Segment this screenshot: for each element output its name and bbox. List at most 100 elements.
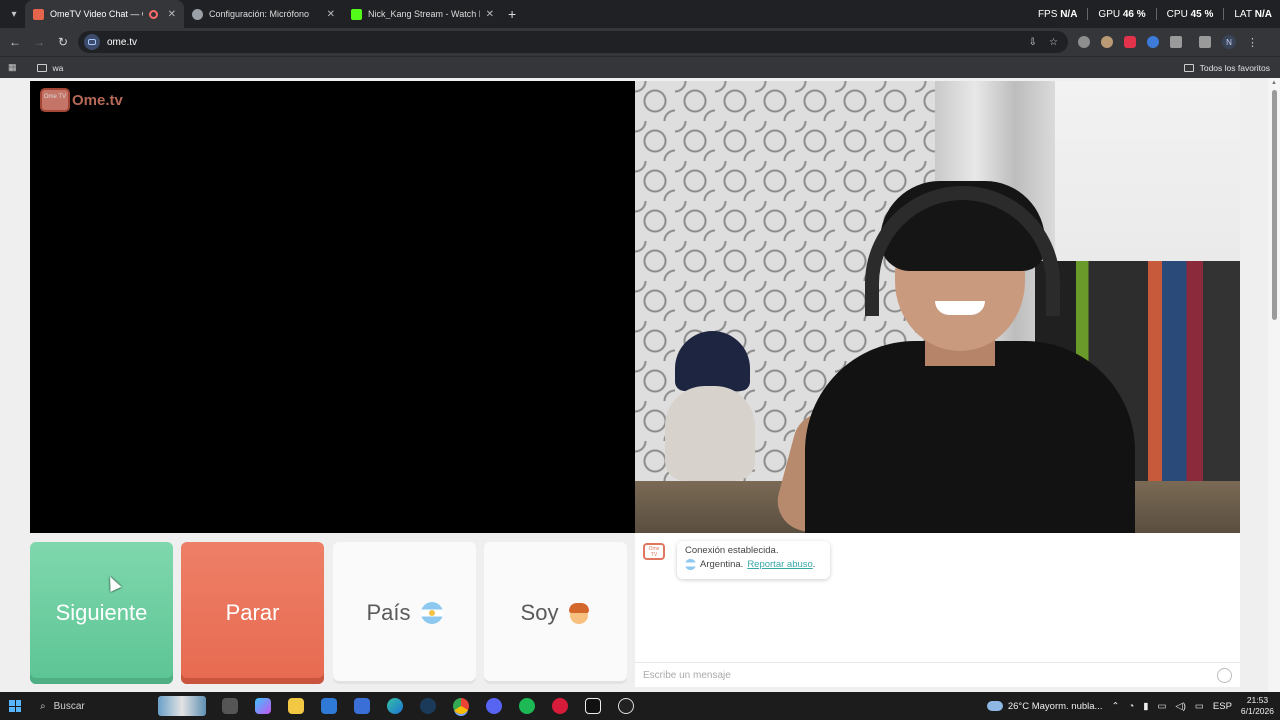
kick-favicon-icon: [351, 8, 362, 20]
language-indicator[interactable]: ESP: [1213, 701, 1232, 712]
extension-audio-icon[interactable]: [1147, 36, 1159, 48]
reload-icon[interactable]: ↻: [51, 35, 75, 49]
search-highlight-image: [158, 696, 206, 716]
cpu-readout: CPU 45 %: [1166, 8, 1214, 20]
recording-indicator-icon: [148, 9, 158, 19]
volume-icon[interactable]: ◁): [1175, 701, 1185, 712]
address-bar[interactable]: ome.tv ⇩ ☆: [78, 31, 1068, 53]
next-button-label: Siguiente: [55, 600, 148, 625]
reading-list-icon[interactable]: [1199, 36, 1211, 48]
tab-title: Configuración: Micrófono: [209, 9, 310, 19]
network-icon[interactable]: ◔: [1128, 701, 1134, 712]
tab-microphone-settings[interactable]: Configuración: Micrófono ✕: [184, 0, 343, 28]
tab-title: Nick_Kang Stream - Watch Live: [368, 9, 480, 19]
microphone-icon[interactable]: ▮: [1143, 701, 1148, 712]
page-scrollbar[interactable]: ▲: [1268, 78, 1280, 692]
tab-search-button[interactable]: ▾: [3, 3, 25, 25]
browser-tab-bar: ▾ OmeTV Video Chat — Ome ✕ Configuración…: [0, 0, 1280, 28]
time-text: 21:53: [1246, 695, 1269, 705]
plush-toy: [665, 331, 755, 481]
gender-button-label: Soy: [520, 600, 559, 625]
performance-overlay: FPS N/A GPU 46 % CPU 45 % LAT N/A: [1038, 0, 1272, 28]
capcut-icon[interactable]: [585, 698, 601, 714]
steam-icon[interactable]: [420, 698, 436, 714]
bookmark-star-icon[interactable]: ☆: [1049, 37, 1058, 48]
media-player-icon[interactable]: [552, 698, 568, 714]
store-icon[interactable]: [354, 698, 370, 714]
extension-cookie-icon[interactable]: [1101, 36, 1113, 48]
cloudy-weather-icon: [986, 701, 1003, 711]
ometv-chat-logo-icon: Ome TV: [643, 543, 665, 560]
country-button[interactable]: País: [333, 542, 476, 684]
chevron-up-icon[interactable]: ⌃: [1111, 701, 1119, 712]
close-tab-icon[interactable]: ✕: [327, 9, 335, 20]
bookmarks-bar: ▦ wa Todos los favoritos: [0, 56, 1280, 78]
spotify-icon[interactable]: [519, 698, 535, 714]
date-text: 6/1/2026: [1240, 706, 1274, 716]
gender-button[interactable]: Soy: [484, 542, 627, 684]
forward-arrow-icon[interactable]: →: [27, 35, 51, 49]
search-icon: ⌕: [40, 700, 46, 712]
gear-icon: [192, 8, 203, 20]
display-icon[interactable]: ▭: [1157, 701, 1166, 712]
chrome-icon[interactable]: [453, 698, 469, 714]
new-tab-button[interactable]: +: [508, 6, 516, 22]
argentina-flag-icon: [420, 602, 443, 624]
install-app-icon[interactable]: ⇩: [1029, 37, 1037, 48]
profile-avatar[interactable]: N: [1222, 35, 1236, 49]
site-info-icon[interactable]: [84, 34, 100, 50]
argentina-flag-icon: [685, 559, 696, 570]
self-camera-video: [635, 81, 1240, 533]
system-tray: 26°C Mayorm. nubla... ⌃ ◔ ▮ ▭ ◁) ▭ ESP 2…: [986, 692, 1274, 720]
country-button-label: País: [366, 600, 411, 625]
chat-panel: Ome TV Conexión establecida. Argentina. …: [635, 533, 1240, 687]
windows-taskbar: ⌕ Buscar 26°C Mayorm. nubla... ⌃ ◔ ▮ ▭ ◁…: [0, 692, 1280, 720]
tab-kick-stream[interactable]: Nick_Kang Stream - Watch Live ✕: [343, 0, 502, 28]
extensions-puzzle-icon[interactable]: [1170, 36, 1182, 48]
more-menu-icon[interactable]: ⋮: [1247, 36, 1258, 49]
back-arrow-icon[interactable]: ←: [3, 35, 27, 49]
file-explorer-icon[interactable]: [288, 698, 304, 714]
start-button[interactable]: [0, 700, 30, 712]
scroll-thumb[interactable]: [1272, 90, 1277, 320]
search-label: Buscar: [53, 700, 85, 712]
discord-icon[interactable]: [486, 698, 502, 714]
tab-ometv[interactable]: OmeTV Video Chat — Ome ✕: [25, 0, 184, 28]
windows-logo-icon: [9, 700, 21, 712]
bookmark-folder-wa[interactable]: wa: [36, 62, 64, 73]
battery-icon[interactable]: ▭: [1195, 701, 1204, 712]
obs-icon[interactable]: [618, 698, 634, 714]
close-tab-icon[interactable]: ✕: [486, 9, 494, 20]
next-button[interactable]: Siguiente: [30, 542, 173, 684]
partner-country-text: Argentina.: [700, 559, 744, 570]
report-abuse-link[interactable]: Reportar abuso: [747, 559, 812, 570]
task-view-icon[interactable]: [222, 698, 238, 714]
apps-grid-icon[interactable]: ▦: [8, 62, 17, 73]
taskbar-search[interactable]: ⌕ Buscar: [30, 692, 210, 720]
ometv-logo[interactable]: Ome TV Ome.tv: [40, 88, 123, 112]
message-input[interactable]: Escribe un mensaje: [635, 662, 1240, 687]
all-bookmarks-label: Todos los favoritos: [1199, 62, 1270, 73]
copilot-icon[interactable]: [255, 698, 271, 714]
tab-title: OmeTV Video Chat — Ome: [50, 9, 143, 19]
bookmark-label: wa: [52, 62, 64, 73]
close-tab-icon[interactable]: ✕: [168, 9, 176, 20]
system-message: Conexión establecida. Argentina. Reporta…: [677, 541, 830, 579]
extension-globe-icon[interactable]: [1078, 36, 1090, 48]
ometv-favicon-icon: [33, 8, 44, 20]
weather-widget[interactable]: 26°C Mayorm. nubla...: [986, 701, 1102, 712]
message-placeholder: Escribe un mensaje: [643, 669, 731, 681]
all-bookmarks-button[interactable]: Todos los favoritos: [1183, 62, 1270, 73]
mail-icon[interactable]: [321, 698, 337, 714]
stop-button-label: Parar: [225, 600, 280, 625]
scroll-up-arrow-icon[interactable]: ▲: [1271, 80, 1277, 86]
stranger-video: Ome TV Ome.tv: [30, 81, 635, 533]
connection-status-text: Conexión establecida.: [685, 545, 779, 556]
url-text: ome.tv: [107, 36, 138, 48]
edge-icon[interactable]: [387, 698, 403, 714]
clock[interactable]: 21:53 6/1/2026: [1241, 695, 1274, 717]
extension-adblock-icon[interactable]: [1124, 36, 1136, 48]
emoji-smiley-icon[interactable]: [1217, 668, 1232, 683]
stop-button[interactable]: Parar: [181, 542, 324, 684]
browser-toolbar: ← → ↻ ome.tv ⇩ ☆ N ⋮: [0, 28, 1280, 56]
